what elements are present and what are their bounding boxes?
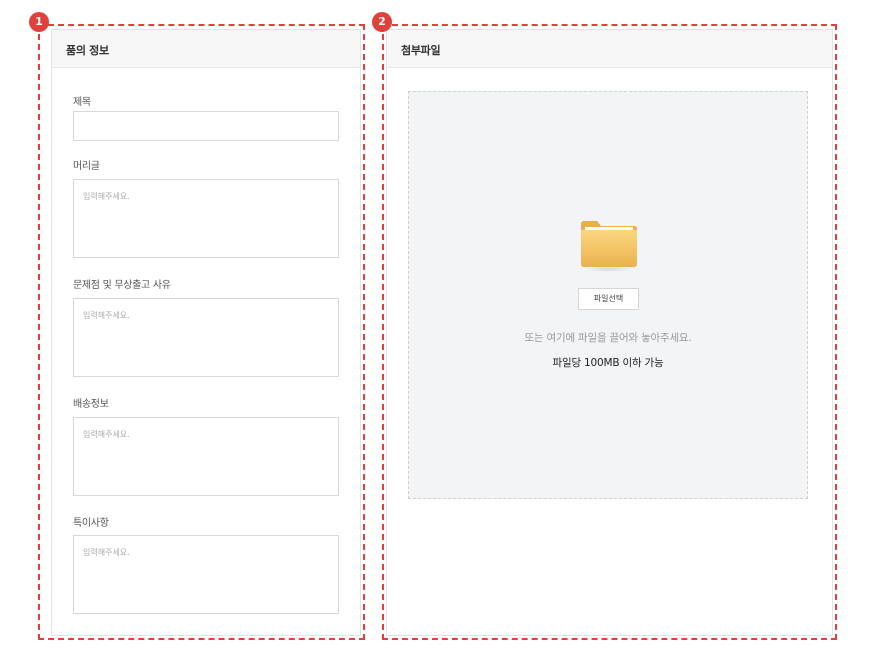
subject-input[interactable] (73, 111, 339, 141)
product-info-header: 품의 정보 (52, 30, 360, 68)
attachments-panel: 첨부파일 파일선택 또는 여기에 파일을 끌어와 놓아주세요. 파일당 100M… (386, 29, 833, 636)
subject-label: 제목 (73, 97, 91, 108)
size-limit-text: 파일당 100MB 이하 가능 (552, 357, 664, 369)
annotation-badge-1: 1 (29, 12, 49, 32)
shipping-label: 배송정보 (73, 399, 109, 410)
notes-textarea[interactable]: 입력해주세요. (73, 535, 339, 614)
annotation-badge-2: 2 (372, 12, 392, 32)
shipping-textarea[interactable]: 입력해주세요. (73, 417, 339, 496)
product-info-title: 품의 정보 (66, 44, 109, 57)
preface-label: 머리글 (73, 161, 100, 172)
attachments-header: 첨부파일 (387, 30, 832, 68)
issue-placeholder: 입력해주세요. (83, 311, 130, 320)
issue-label: 문제점 및 무상출고 사유 (73, 280, 171, 291)
product-info-panel: 품의 정보 제목 머리글 입력해주세요. 문제점 및 무상출고 사유 입력해주세… (51, 29, 361, 636)
issue-textarea[interactable]: 입력해주세요. (73, 298, 339, 377)
folder-icon (581, 221, 637, 272)
preface-placeholder: 입력해주세요. (83, 192, 130, 201)
notes-placeholder: 입력해주세요. (83, 548, 130, 557)
file-dropzone[interactable]: 파일선택 또는 여기에 파일을 끌어와 놓아주세요. 파일당 100MB 이하 … (408, 91, 808, 499)
attachments-title: 첨부파일 (401, 44, 441, 57)
preface-textarea[interactable]: 입력해주세요. (73, 179, 339, 258)
notes-label: 특이사항 (73, 518, 109, 529)
file-select-button[interactable]: 파일선택 (578, 288, 639, 310)
drop-hint-text: 또는 여기에 파일을 끌어와 놓아주세요. (524, 332, 692, 344)
shipping-placeholder: 입력해주세요. (83, 430, 130, 439)
